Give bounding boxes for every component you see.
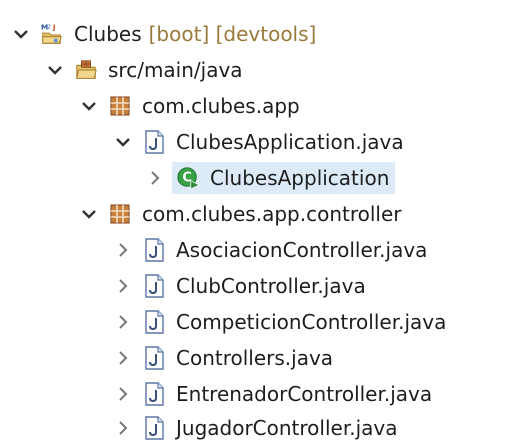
tree-row-class-clubesapplication[interactable]: C ClubesApplication — [144, 160, 396, 196]
tree-row-file-competicioncontroller[interactable]: CompeticionController.java — [112, 304, 446, 340]
file-name: AsociacionController.java — [176, 238, 428, 262]
java-file-icon — [142, 346, 166, 370]
java-file-icon — [142, 274, 166, 298]
tree-row-project[interactable]: M 2 J Clubes [boot] [devtools] — [10, 16, 316, 52]
tree-row-package-controller[interactable]: com.clubes.app.controller — [78, 196, 402, 232]
chevron-down-icon[interactable] — [78, 95, 100, 117]
spring-boot-class-icon: C — [176, 166, 200, 190]
tree-row-file-entrenadorcontroller[interactable]: EntrenadorController.java — [112, 376, 432, 412]
chevron-right-icon[interactable] — [112, 347, 134, 369]
source-folder-label: src/main/java — [108, 58, 243, 82]
class-name: ClubesApplication — [210, 166, 390, 190]
file-name: ClubController.java — [176, 274, 366, 298]
tree-row-file-jugadorcontroller[interactable]: JugadorController.java — [112, 410, 397, 443]
svg-text:J: J — [52, 22, 56, 31]
file-name: JugadorController.java — [176, 416, 398, 440]
chevron-right-icon[interactable] — [144, 167, 166, 189]
chevron-right-icon[interactable] — [112, 383, 134, 405]
package-name: com.clubes.app — [142, 94, 300, 118]
svg-text:C: C — [182, 171, 191, 186]
file-name: ClubesApplication.java — [176, 130, 404, 154]
package-name: com.clubes.app.controller — [142, 202, 402, 226]
java-file-icon — [142, 310, 166, 334]
package-icon — [108, 202, 132, 226]
chevron-right-icon[interactable] — [112, 239, 134, 261]
java-file-icon — [142, 416, 166, 440]
chevron-right-icon[interactable] — [112, 311, 134, 333]
chevron-down-icon[interactable] — [10, 23, 32, 45]
tree-row-file-asociacioncontroller[interactable]: AsociacionController.java — [112, 232, 427, 268]
file-name: Controllers.java — [176, 346, 334, 370]
tree-row-package-app[interactable]: com.clubes.app — [78, 88, 300, 124]
svg-text:2: 2 — [47, 24, 51, 30]
chevron-down-icon[interactable] — [112, 131, 134, 153]
chevron-down-icon[interactable] — [78, 203, 100, 225]
project-name: Clubes — [74, 22, 142, 46]
project-decorations: [boot] [devtools] — [148, 22, 317, 46]
package-icon — [108, 94, 132, 118]
tree-row-file-clubcontroller[interactable]: ClubController.java — [112, 268, 366, 304]
selected-item[interactable]: C ClubesApplication — [172, 162, 396, 194]
tree-row-source-folder[interactable]: src/main/java — [44, 52, 243, 88]
chevron-down-icon[interactable] — [44, 59, 66, 81]
java-file-icon — [142, 130, 166, 154]
tree-row-file-clubesapplication[interactable]: ClubesApplication.java — [112, 124, 404, 160]
file-name: CompeticionController.java — [176, 310, 447, 334]
java-file-icon — [142, 238, 166, 262]
tree-row-file-controllers[interactable]: Controllers.java — [112, 340, 333, 376]
file-name: EntrenadorController.java — [176, 382, 433, 406]
maven-project-icon: M 2 J — [40, 22, 64, 46]
chevron-right-icon[interactable] — [112, 417, 134, 439]
project-explorer-tree: M 2 J Clubes [boot] [devtools] src/main/… — [0, 0, 517, 443]
source-folder-icon — [74, 58, 98, 82]
chevron-right-icon[interactable] — [112, 275, 134, 297]
java-file-icon — [142, 382, 166, 406]
